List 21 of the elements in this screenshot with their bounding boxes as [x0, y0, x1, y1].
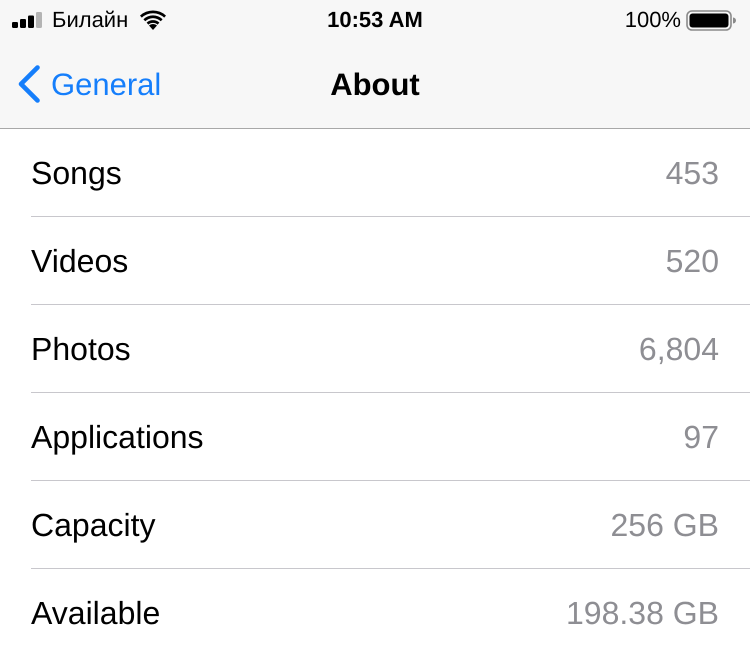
- row-label: Photos: [31, 332, 131, 364]
- row-label: Songs: [31, 156, 122, 188]
- carrier-name: Билайн: [52, 9, 128, 31]
- row-value: 6,804: [638, 332, 719, 364]
- wifi-icon: [139, 10, 168, 30]
- row-value: 198.38 GB: [566, 597, 719, 629]
- row-label: Applications: [31, 420, 204, 452]
- battery-full-icon: [686, 10, 736, 30]
- page-title: About: [330, 68, 420, 100]
- status-time: 10:53 AM: [327, 9, 423, 31]
- back-button[interactable]: General: [0, 54, 162, 114]
- row-label: Videos: [31, 244, 128, 276]
- signal-strength-icon: [12, 12, 43, 28]
- row-value: 520: [666, 244, 719, 276]
- row-value: 256 GB: [610, 508, 719, 540]
- row-value: 97: [683, 420, 719, 452]
- chevron-left-icon: [17, 65, 41, 103]
- row-label: Available: [31, 597, 160, 629]
- battery-percentage: 100%: [624, 9, 681, 31]
- row-value: 453: [666, 156, 719, 188]
- row-label: Capacity: [31, 508, 156, 540]
